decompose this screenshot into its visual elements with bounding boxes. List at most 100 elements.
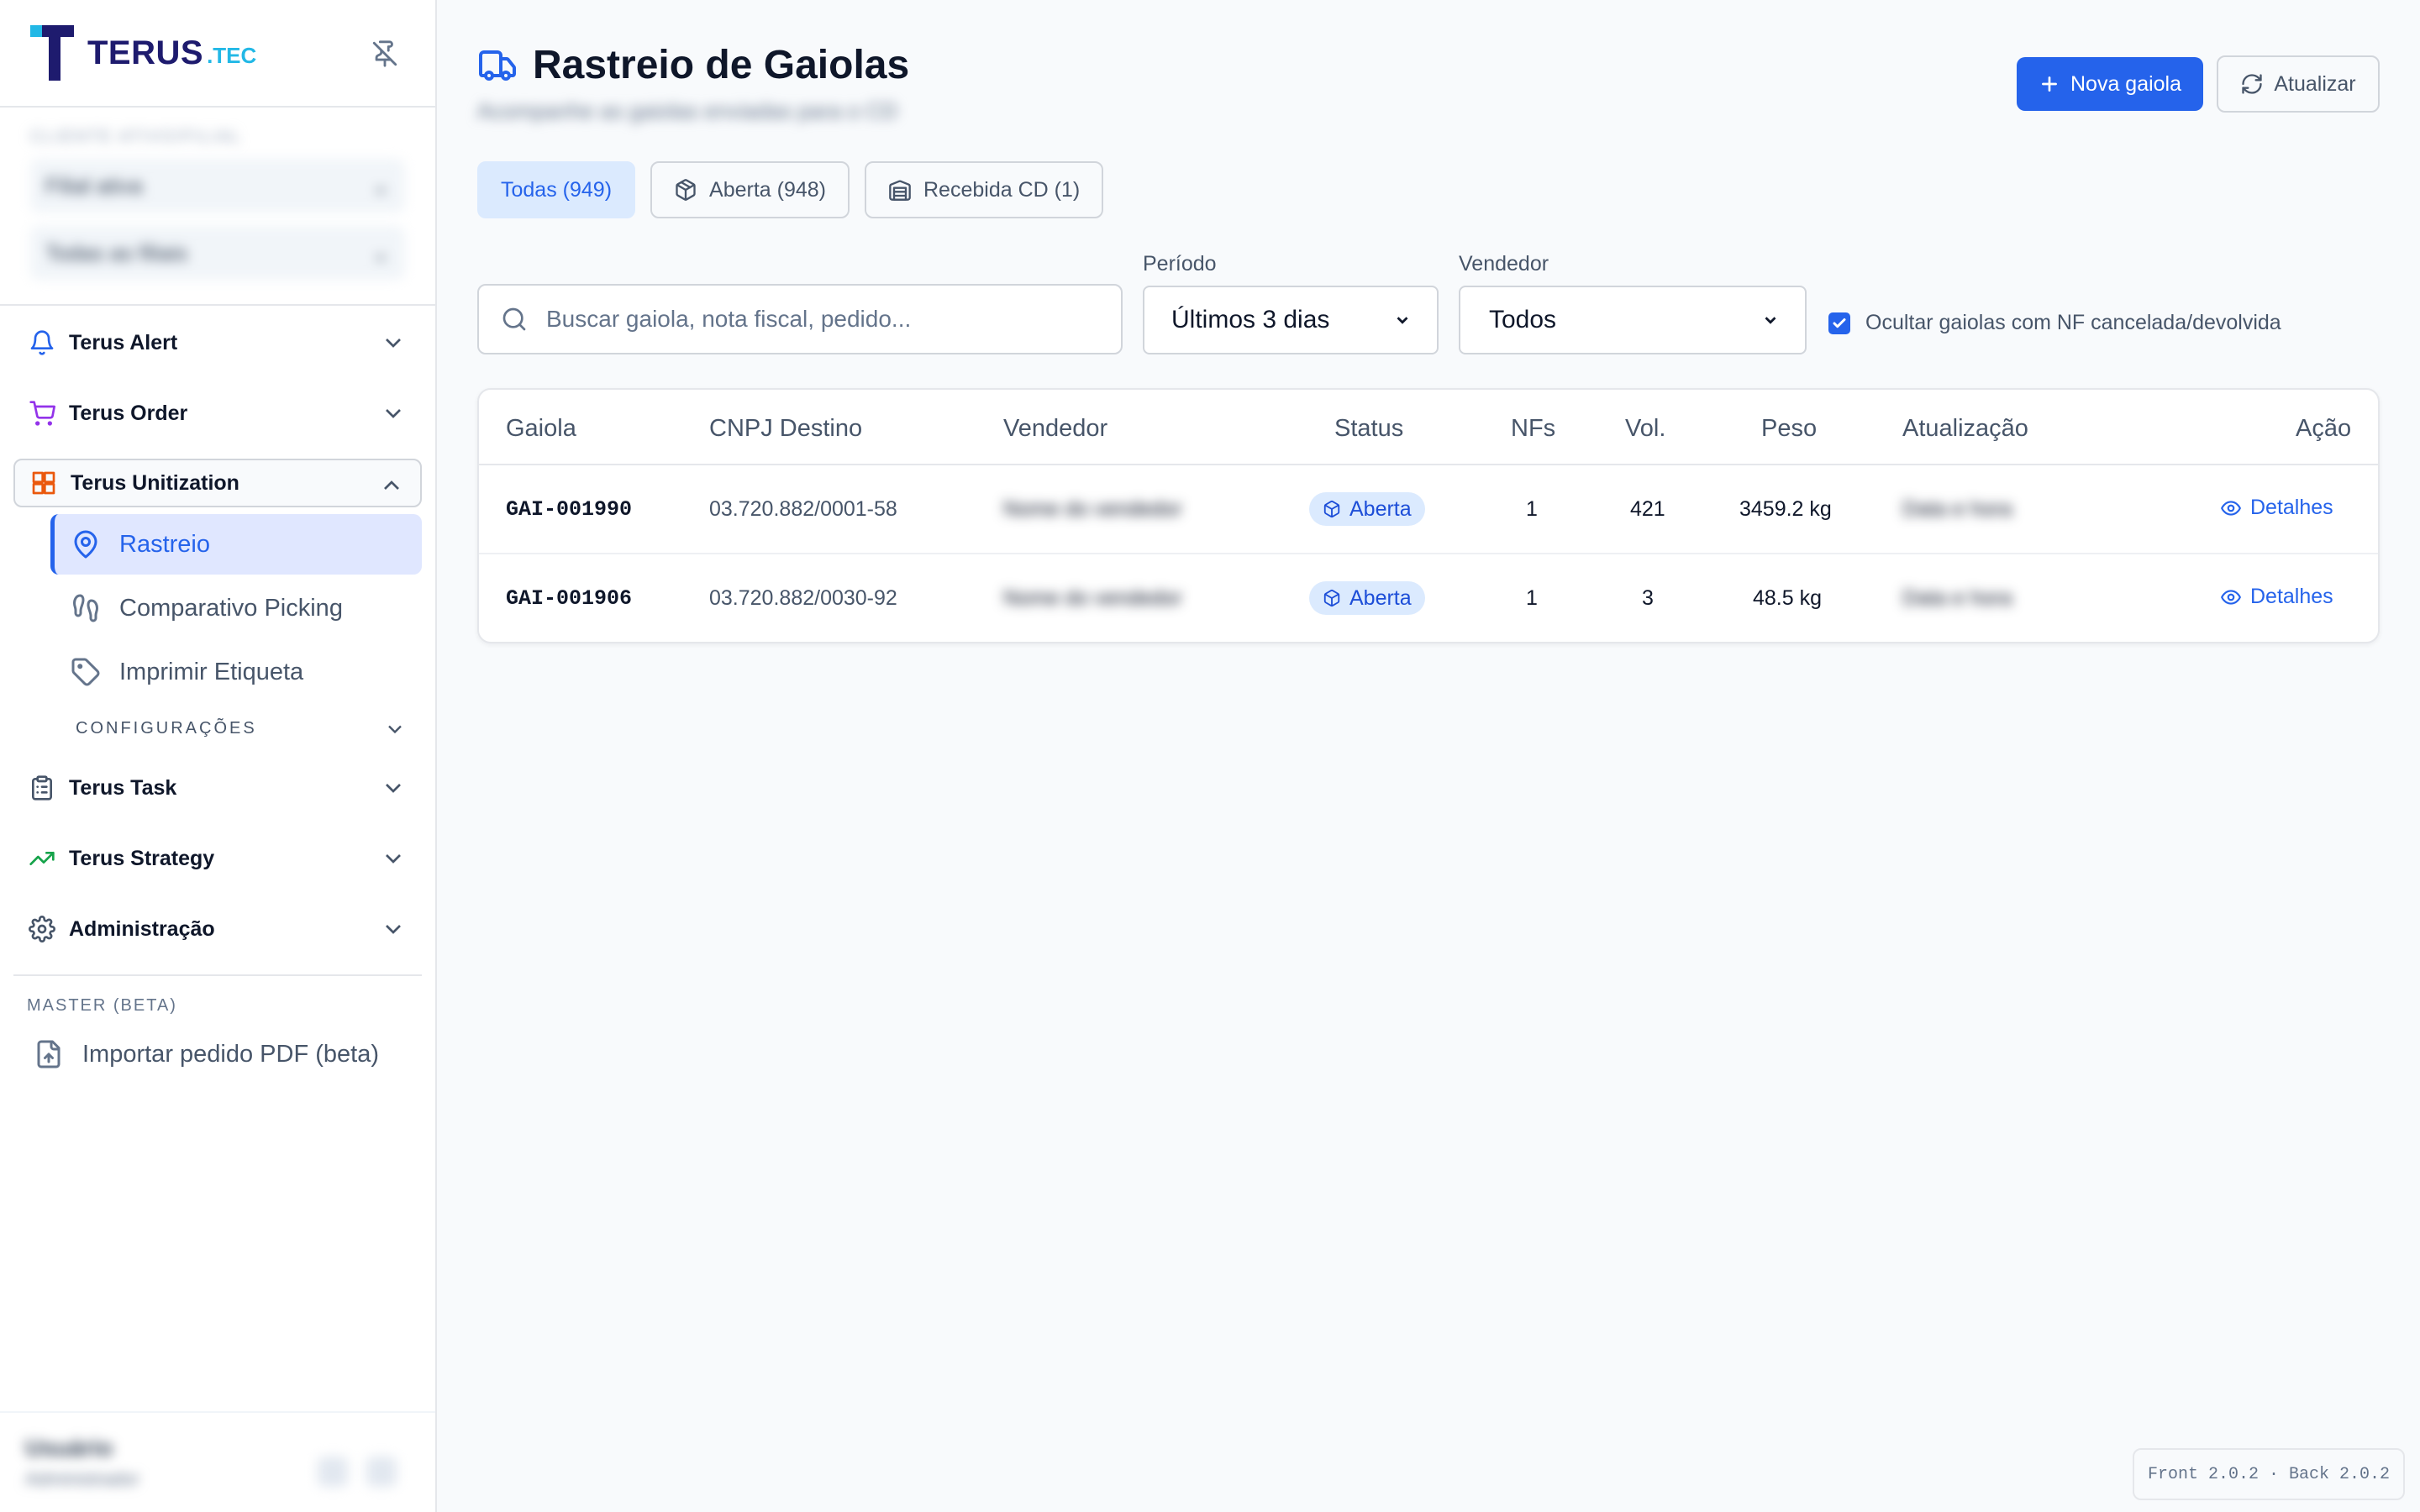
check-icon — [1833, 318, 1846, 328]
nav-terus-task[interactable]: Terus Task — [13, 763, 422, 813]
nav-label: Terus Strategy — [69, 846, 215, 870]
logout-button[interactable] — [366, 1457, 397, 1487]
cage-id: GAI-001906 — [506, 586, 633, 611]
details-link[interactable]: Detalhes — [2220, 585, 2333, 609]
company-select-value: Filial ativa — [45, 172, 143, 198]
config-section-toggle[interactable]: CONFIGURAÇÕES — [76, 707, 422, 749]
nav-label: Administração — [69, 916, 215, 941]
status-badge: Aberta — [1309, 581, 1425, 615]
tag-icon — [71, 658, 100, 686]
new-cage-button[interactable]: Nova gaiola — [2017, 57, 2203, 111]
package-icon — [676, 179, 696, 201]
tab-label: Todas (949) — [501, 177, 613, 202]
search-field[interactable] — [477, 284, 1123, 354]
seller-select-value: Todos — [1489, 306, 1557, 333]
seller-label: Vendedor — [1459, 252, 1549, 276]
seller-select[interactable]: Todos — [1459, 286, 1807, 354]
chevron-down-icon — [386, 925, 401, 934]
cart-icon — [29, 401, 55, 426]
updated-at: Data e hora — [1902, 586, 2012, 610]
truck-icon — [479, 50, 516, 81]
sidebar-item-imprimir-etiqueta[interactable]: Imprimir Etiqueta — [50, 642, 422, 702]
config-label: CONFIGURAÇÕES — [76, 718, 257, 738]
nav-label: Terus Alert — [69, 330, 178, 354]
column-header: Ação — [2296, 415, 2352, 442]
eye-icon — [2221, 589, 2241, 605]
period-label: Período — [1143, 252, 1217, 276]
nav-terus-strategy[interactable]: Terus Strategy — [13, 833, 422, 884]
clipboard-icon — [32, 775, 52, 801]
nav-terus-order[interactable]: Terus Order — [13, 388, 422, 438]
status-tabs: Todas (949) Aberta (948) Recebida CD (1) — [477, 161, 1118, 218]
table-header: Gaiola CNPJ Destino Vendedor Status NFs … — [479, 390, 2378, 465]
details-label: Detalhes — [2250, 496, 2333, 519]
updated-at: Data e hora — [1902, 497, 2012, 521]
status-label: Aberta — [1349, 496, 1412, 521]
eye-icon — [2221, 500, 2241, 516]
hide-cancelled-checkbox[interactable] — [1828, 312, 1850, 334]
details-label: Detalhes — [2250, 585, 2333, 608]
user-settings-button[interactable] — [318, 1457, 348, 1487]
page-header: Rastreio de Gaiolas Acompanhe as gaiolas… — [477, 42, 909, 124]
column-header: CNPJ Destino — [709, 415, 863, 442]
cage-id: GAI-001990 — [506, 497, 633, 522]
column-header: NFs — [1511, 415, 1556, 442]
nfs-count: 1 — [1526, 497, 1538, 521]
page-title: Rastreio de Gaiolas — [533, 43, 910, 87]
refresh-button[interactable]: Atualizar — [2217, 55, 2380, 113]
table-row[interactable]: GAI-001906 03.720.882/0030-92 Nome do ve… — [479, 554, 2378, 642]
sidebar-item-label: Imprimir Etiqueta — [119, 658, 304, 685]
column-header: Vendedor — [1003, 415, 1108, 442]
map-pin-icon — [74, 530, 97, 559]
volume-count: 3 — [1642, 586, 1654, 610]
context-selector: CLIENTE ATIVO/FILIAL Filial ativa ⌄ Toda… — [0, 108, 435, 306]
nfs-count: 1 — [1526, 586, 1538, 610]
column-header: Atualização — [1902, 415, 2028, 442]
logo-area: TERUS .TEC — [0, 0, 435, 108]
sidebar: TERUS .TEC CLIENTE ATIVO/FILIAL Filial a… — [0, 0, 437, 1512]
user-role: Administrador — [25, 1468, 139, 1489]
tab-recebida-cd[interactable]: Recebida CD (1) — [865, 161, 1104, 218]
chevron-down-icon — [388, 725, 402, 734]
table-row[interactable]: GAI-001990 03.720.882/0001-58 Nome do ve… — [479, 465, 2378, 554]
nav-label: Terus Unitization — [71, 470, 239, 495]
sidebar-item-comparativo-picking[interactable]: Comparativo Picking — [50, 578, 422, 638]
sidebar-nav: Terus Alert Terus Order Terus Unitizatio… — [0, 306, 435, 954]
nav-administracao[interactable]: Administração — [13, 904, 422, 954]
new-cage-label: Nova gaiola — [2070, 71, 2182, 96]
tab-todas[interactable]: Todas (949) — [477, 161, 636, 218]
hide-cancelled-toggle[interactable]: Ocultar gaiolas com NF cancelada/devolvi… — [1828, 311, 2281, 335]
sidebar-item-label: Comparativo Picking — [119, 594, 343, 622]
logo-suffix: .TEC — [207, 43, 257, 68]
file-upload-icon — [37, 1040, 60, 1068]
tab-aberta[interactable]: Aberta (948) — [650, 161, 850, 218]
cnpj-destino: 03.720.882/0001-58 — [709, 497, 897, 521]
search-icon — [502, 307, 526, 331]
sidebar-item-importar-pdf[interactable]: Importar pedido PDF (beta) — [13, 1027, 422, 1081]
details-link[interactable]: Detalhes — [2220, 496, 2333, 520]
user-profile: Usuário Administrador — [0, 1411, 435, 1512]
period-select-value: Últimos 3 dias — [1171, 306, 1330, 333]
chevron-down-icon — [1765, 317, 1776, 324]
chevron-down-icon: ⌄ — [371, 172, 390, 198]
sidebar-item-rastreio[interactable]: Rastreio — [50, 514, 422, 575]
seller-name: Nome do vendedor — [1003, 586, 1182, 610]
nav-label: Terus Task — [69, 775, 177, 800]
period-select[interactable]: Últimos 3 dias — [1143, 286, 1439, 354]
master-section-label: MASTER (BETA) — [27, 996, 177, 1015]
pin-off-icon — [372, 40, 397, 67]
seller-name: Nome do vendedor — [1003, 497, 1182, 521]
trending-up-icon — [29, 852, 55, 865]
nav-terus-unitization[interactable]: Terus Unitization — [13, 459, 422, 507]
branch-select-value: Todas as filiais — [45, 239, 188, 265]
search-input[interactable] — [546, 306, 1084, 333]
context-label: CLIENTE ATIVO/FILIAL — [30, 128, 242, 146]
branch-select[interactable]: Todas as filiais ⌄ — [30, 226, 405, 280]
unpin-sidebar-button[interactable] — [368, 37, 402, 71]
package-icon — [1323, 500, 1340, 518]
column-header: Gaiola — [506, 415, 576, 442]
nav-terus-alert[interactable]: Terus Alert — [13, 318, 422, 368]
company-select[interactable]: Filial ativa ⌄ — [30, 159, 405, 213]
hide-cancelled-label: Ocultar gaiolas com NF cancelada/devolvi… — [1865, 311, 2281, 334]
version-badge: Front 2.0.2 · Back 2.0.2 — [2132, 1448, 2405, 1500]
